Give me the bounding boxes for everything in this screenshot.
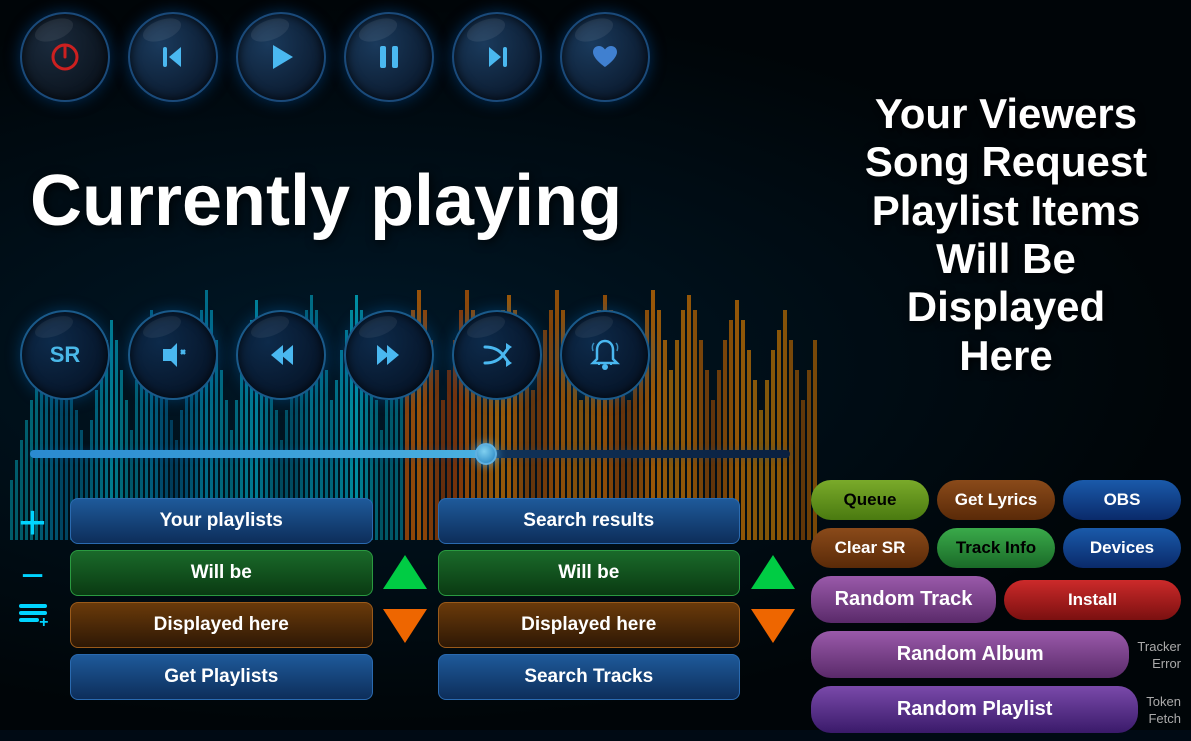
search-displayed-here-button: Displayed here xyxy=(438,602,741,648)
random-track-button[interactable]: Random Track xyxy=(811,576,996,623)
playlist-displayed-here-button: Displayed here xyxy=(70,602,373,648)
search-results-button[interactable]: Search results xyxy=(438,498,741,544)
error-label: Error xyxy=(1152,656,1181,671)
action-row-4: Random Album Tracker Error xyxy=(811,631,1181,678)
search-tracks-button[interactable]: Search Tracks xyxy=(438,654,741,700)
left-icons-column: + − + xyxy=(0,490,65,708)
mute-button[interactable] xyxy=(128,310,218,400)
action-row-5: Random Playlist Token Fetch xyxy=(811,686,1181,733)
token-label: Token xyxy=(1146,694,1181,709)
remove-icon[interactable]: − xyxy=(21,556,44,596)
action-row-1: Queue Get Lyrics OBS xyxy=(811,480,1181,520)
search-will-be-button: Will be xyxy=(438,550,741,596)
playlist-column: Your playlists Will be Displayed here Ge… xyxy=(65,490,378,708)
your-playlists-button[interactable]: Your playlists xyxy=(70,498,373,544)
top-controls-row xyxy=(20,12,650,102)
search-arrow-down[interactable] xyxy=(751,609,795,643)
playlist-arrows-column xyxy=(378,490,433,708)
seek-bar-fill xyxy=(30,450,486,458)
playlist-arrow-down[interactable] xyxy=(383,609,427,643)
tracker-label: Tracker xyxy=(1137,639,1181,654)
clear-sr-button[interactable]: Clear SR xyxy=(811,528,929,568)
rewind-button[interactable] xyxy=(236,310,326,400)
install-button[interactable]: Install xyxy=(1004,580,1181,620)
pause-button[interactable] xyxy=(344,12,434,102)
get-playlists-button[interactable]: Get Playlists xyxy=(70,654,373,700)
add-icon[interactable]: + xyxy=(18,500,46,548)
play-button[interactable] xyxy=(236,12,326,102)
action-row-2: Clear SR Track Info Devices xyxy=(811,528,1181,568)
seek-bar-thumb[interactable] xyxy=(475,443,497,465)
right-actions-panel: Queue Get Lyrics OBS Clear SR Track Info… xyxy=(811,480,1181,741)
fetch-label: Fetch xyxy=(1148,711,1181,726)
second-controls-row: SR xyxy=(20,310,650,400)
bell-button[interactable] xyxy=(560,310,650,400)
track-info-button[interactable]: Track Info xyxy=(937,528,1055,568)
seek-bar-track[interactable] xyxy=(30,450,790,458)
get-lyrics-button[interactable]: Get Lyrics xyxy=(937,480,1055,520)
action-row-3: Random Track Install xyxy=(811,576,1181,623)
currently-playing-label: Currently playing xyxy=(30,160,622,242)
list-plus-icon[interactable]: + xyxy=(19,604,47,622)
playlist-will-be-button: Will be xyxy=(70,550,373,596)
seek-bar-container[interactable] xyxy=(30,450,790,458)
previous-button[interactable] xyxy=(128,12,218,102)
token-fetch-labels: Token Fetch xyxy=(1146,694,1181,726)
playlist-arrow-up[interactable] xyxy=(383,555,427,589)
viewers-request-text: Your ViewersSong RequestPlaylist ItemsWi… xyxy=(845,70,1167,400)
viewers-request-panel: Your ViewersSong RequestPlaylist ItemsWi… xyxy=(821,0,1191,470)
random-album-button[interactable]: Random Album xyxy=(811,631,1129,678)
obs-button[interactable]: OBS xyxy=(1063,480,1181,520)
queue-button[interactable]: Queue xyxy=(811,480,929,520)
fastforward-button[interactable] xyxy=(344,310,434,400)
search-arrow-up[interactable] xyxy=(751,555,795,589)
search-arrows-column xyxy=(745,490,800,708)
bottom-section: + − + Your playlists Will be Displayed h… xyxy=(0,490,800,708)
next-button[interactable] xyxy=(452,12,542,102)
random-playlist-button[interactable]: Random Playlist xyxy=(811,686,1138,733)
shuffle-button[interactable] xyxy=(452,310,542,400)
small-labels-group: Tracker Error xyxy=(1137,639,1181,671)
favorite-button[interactable] xyxy=(560,12,650,102)
sr-button[interactable]: SR xyxy=(20,310,110,400)
devices-button[interactable]: Devices xyxy=(1063,528,1181,568)
search-column: Search results Will be Displayed here Se… xyxy=(433,490,746,708)
sr-label: SR xyxy=(50,342,81,368)
power-button[interactable] xyxy=(20,12,110,102)
